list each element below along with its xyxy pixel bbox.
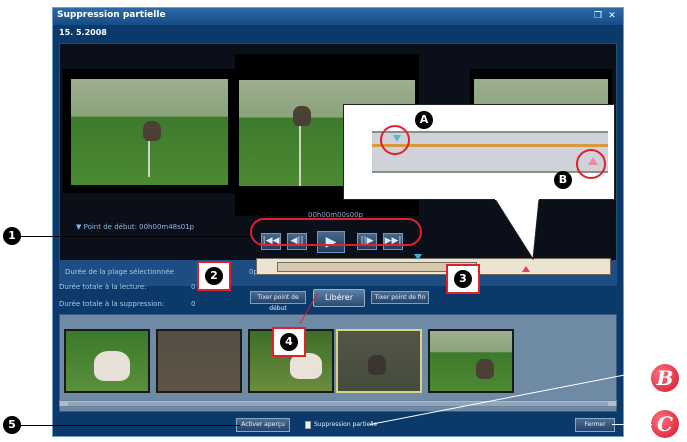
manual-illustration: Suppression partielle ❐ ✕ 15. 5.2008 ▼ P… — [0, 0, 687, 442]
restore-icon[interactable]: ❐ — [593, 11, 603, 21]
recording-date: 15. 5.2008 — [59, 28, 107, 37]
callout-1-line — [20, 236, 257, 237]
total-playback-value: 0 — [191, 283, 196, 291]
close-icon[interactable]: ✕ — [607, 11, 617, 21]
callout-4: 4 — [272, 327, 306, 357]
callout-3: 3 — [446, 264, 480, 294]
delete-button[interactable]: Libérer — [313, 289, 365, 307]
callout-red-b: B — [651, 364, 679, 392]
dog-image — [143, 121, 161, 141]
start-marker-icon[interactable] — [414, 254, 422, 260]
start-point-label: ▼ Point de début: 00h00m48s01p — [76, 223, 195, 231]
scene-thumbnail[interactable] — [156, 329, 242, 393]
scene-thumbnail[interactable] — [64, 329, 150, 393]
total-deletion-value: 0 — [191, 300, 196, 308]
end-marker-icon[interactable] — [522, 266, 530, 272]
range-zoom-inset: A B — [343, 104, 615, 200]
close-button[interactable]: Fermer — [575, 418, 615, 432]
callout-5: 5 — [3, 416, 21, 434]
highlight-circle-a — [380, 125, 410, 155]
set-start-point-button[interactable]: Tixer point de début — [250, 291, 306, 312]
set-end-point-button[interactable]: Tixer point de fin — [371, 291, 429, 304]
callout-badge-a: A — [415, 111, 433, 129]
start-point-thumbnail — [63, 69, 236, 193]
zoom-pointer — [495, 199, 540, 261]
title-bar: Suppression partielle ❐ ✕ — [53, 8, 623, 25]
highlight-circle-b — [576, 149, 606, 179]
dog-image — [293, 106, 311, 126]
scene-thumbnail-strip — [59, 314, 617, 412]
selected-range-label: Durée de la plage sélectionnée — [65, 268, 174, 276]
partial-delete-checkbox-label: Suppression partielle — [314, 421, 378, 428]
total-playback-label: Durée totale à la lecture: — [59, 283, 147, 291]
scrollbar-thumb[interactable] — [68, 402, 608, 406]
controls-highlight — [250, 218, 422, 246]
partial-delete-checkbox[interactable] — [305, 421, 311, 429]
activate-preview-button[interactable]: Activer aperçu — [236, 418, 290, 432]
range-slider[interactable] — [256, 258, 611, 275]
scene-thumbnail-selected[interactable] — [336, 329, 422, 393]
callout-1: 1 — [3, 227, 21, 245]
callout-red-c-line — [612, 424, 652, 425]
callout-badge-b: B — [554, 171, 572, 189]
callout-red-c: C — [651, 410, 679, 438]
total-deletion-label: Durée totale à la suppression: — [59, 300, 165, 308]
callout-2: 2 — [197, 261, 231, 291]
scene-thumbnail[interactable] — [428, 329, 514, 393]
window-title: Suppression partielle — [57, 10, 166, 20]
thumbnail-scrollbar[interactable] — [59, 400, 617, 407]
callout-5-line — [20, 425, 240, 426]
